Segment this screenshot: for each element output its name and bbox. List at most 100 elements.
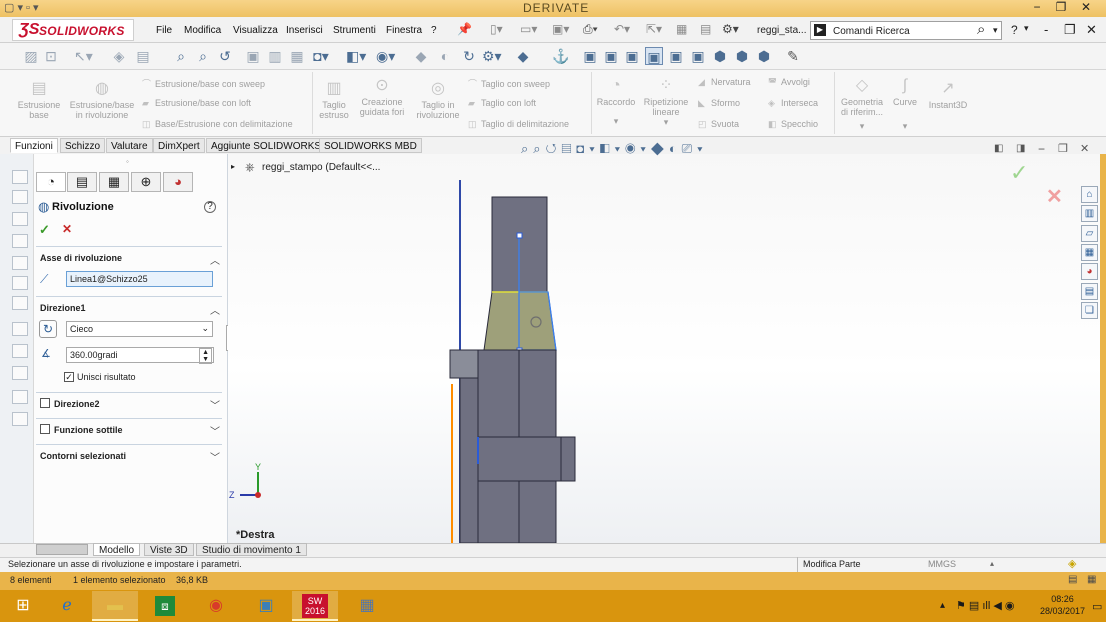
strip-icon[interactable] [12,322,28,336]
lofted-boss-button[interactable]: ▰ Estrusione/base con loft [142,98,251,109]
realview-icon[interactable]: ◆ [514,47,532,65]
fillet-dropdown-icon[interactable]: ▾ [594,116,638,126]
search-icon[interactable]: ⌕ [977,21,985,38]
solidworks-logo[interactable]: ƷS SOLIDWORKS [12,19,134,41]
tab-modello[interactable]: Modello [93,543,141,556]
strip-icon[interactable] [12,256,28,270]
fillet-button[interactable]: ◔ Raccordo ▾ [594,77,638,126]
tab-mbd[interactable]: SOLIDWORKS MBD [319,138,422,153]
ok-check-icon[interactable]: ✓ [39,222,50,238]
viewport-tile-icon[interactable]: ◧ [994,143,1003,154]
strip-icon[interactable] [12,296,28,310]
model-drawing[interactable] [228,154,1100,543]
doc-minimize-button[interactable]: - [1044,22,1048,37]
tab-dimxpert-manager[interactable]: ⊕ [131,172,161,192]
notification-icon[interactable]: ▭ [1092,600,1102,613]
boundary-boss-button[interactable]: ◫ Base/Estrusione con delimitazione [142,119,293,130]
hide-show-icon[interactable]: ◉▾ [376,47,395,65]
reverse-direction-icon[interactable]: ↻ [39,320,57,338]
undo-icon[interactable]: ↶▾ [614,22,630,36]
display-mode-icon[interactable]: ◧▾ [346,47,366,65]
appearances-icon[interactable]: ◕ [1081,263,1098,280]
selected-contours-header[interactable]: Contorni selezionati [40,451,126,461]
view-cube-icon[interactable]: ◘▾ [312,47,330,65]
end-condition-select[interactable]: Cieco ⌄ [66,321,213,337]
strip-icon[interactable] [12,190,28,204]
rotate-icon[interactable]: ↻ [460,47,478,65]
tab-dimxpert[interactable]: DimXpert [153,138,205,153]
scene-icon[interactable]: ◐ [436,47,454,65]
strip-icon[interactable] [12,366,28,380]
spinner-icon[interactable]: ▲ ▼ [199,348,212,364]
curves-button[interactable]: ∫ Curve ▾ [888,77,922,131]
home-icon[interactable]: ⌂ [1081,186,1098,203]
internet-explorer-icon[interactable]: ℯ [44,591,90,621]
chrome-icon[interactable]: ◉ [193,591,239,621]
strip-icon[interactable] [12,390,28,404]
bottom-view-icon[interactable]: ▣ [689,47,707,65]
angle-input[interactable]: 360.00gradi ▲ ▼ [66,347,214,364]
print-icon[interactable]: ⎙▾ [583,22,598,37]
tab-property-manager[interactable]: ◔ [36,172,66,192]
strip-icon[interactable] [12,344,28,358]
pin-icon[interactable]: 📌 [457,22,472,36]
tab-configuration[interactable]: ▦ [99,172,129,192]
rebuild-status-icon[interactable]: ◈ [1068,557,1076,570]
minimize-button[interactable]: − [1025,0,1049,16]
hole-wizard-button[interactable]: ⊙ Creazione guidata fori [356,77,408,117]
extruded-cut-button[interactable]: ▥ Taglio estruso [314,80,354,120]
zoom-area-icon[interactable]: ⌕ [194,47,212,65]
swept-boss-button[interactable]: ⌒ Estrusione/base con sweep [142,77,265,90]
strip-icon[interactable] [12,170,28,184]
tab-viste-3d[interactable]: Viste 3D [144,543,194,556]
menu-file[interactable]: File [156,25,172,36]
menu-finestra[interactable]: Finestra [386,25,422,36]
shoulder-block[interactable] [449,349,479,379]
new-document-icon[interactable]: ▯▾ [490,22,503,36]
system-clock[interactable]: 08:26 28/03/2017 [1040,593,1085,617]
chevron-up-icon[interactable]: ︿ [210,302,220,317]
tab-aggiunte[interactable]: Aggiunte SOLIDWORKS [206,138,327,153]
windows-start-icon[interactable]: ⊞ [0,591,46,621]
instant3d-button[interactable]: ↗ Instant3D [926,80,970,110]
merge-result-checkbox[interactable]: ✓ [64,372,74,382]
forum-icon[interactable]: ❏ [1081,302,1098,319]
shell-button[interactable]: ◰ Svuota [698,119,739,130]
revolve-boss-button[interactable]: ◍ Estrusione/base in rivoluzione [66,80,138,120]
file-properties-icon[interactable]: ▤ [700,22,711,36]
custom-properties-icon[interactable]: ▤ [1081,283,1098,300]
normal-to-icon[interactable]: ✎ [784,47,802,65]
previous-view-icon[interactable]: ↺ [216,47,234,65]
close-button[interactable]: ✕ [1074,0,1098,16]
dimetric-view-icon[interactable]: ⬢ [755,47,773,65]
boundary-cut-button[interactable]: ◫ Taglio di delimitazione [468,119,569,130]
axis-section-header[interactable]: Asse di rivoluzione [40,253,122,263]
help-button[interactable]: ? [1011,23,1018,37]
help-dropdown-icon[interactable]: ▾ [1024,23,1029,34]
save-icon[interactable]: ▣▾ [552,22,569,36]
side-boss[interactable] [477,436,576,482]
tab-scroll-arrows[interactable] [36,544,88,555]
store-icon[interactable]: ⧈ [142,591,188,621]
open-document-icon[interactable]: ▭▾ [520,22,537,36]
details-view-icon[interactable]: ▤ [1068,574,1077,585]
sketch-tool-icon[interactable]: ▨ [22,47,40,65]
rib-button[interactable]: ◢ Nervatura [698,77,751,88]
design-library-icon[interactable]: ▥ [1081,205,1098,222]
chevron-down-icon[interactable]: ﹀ [210,397,220,412]
direction2-checkbox[interactable] [40,398,50,408]
command-search-box[interactable]: ▶ Comandi Ricerca ⌕ ▾ [810,21,1002,40]
extrude-boss-button[interactable]: ▤ Estrusione base [14,80,64,120]
swept-cut-button[interactable]: ⌒ Taglio con sweep [468,77,550,90]
menu-visualizza[interactable]: Visualizza [233,25,278,36]
anchor-icon[interactable]: ⚓ [552,47,570,65]
refgeom-dropdown-icon[interactable]: ▾ [838,121,886,131]
chevron-up-icon[interactable]: ︿ [210,252,220,267]
view-orientation-icon[interactable]: ▦ [288,47,306,65]
file-explorer-taskbar-icon[interactable]: ▬ [92,591,138,621]
reference-geometry-button[interactable]: ◇ Geometria di riferim... ▾ [838,77,886,131]
chevron-down-icon[interactable]: ﹀ [210,423,220,438]
show-hidden-icons[interactable]: ▴ [940,600,945,611]
left-view-icon[interactable]: ▣ [623,47,641,65]
select-arrow-icon[interactable]: ↖▾ [74,47,93,65]
